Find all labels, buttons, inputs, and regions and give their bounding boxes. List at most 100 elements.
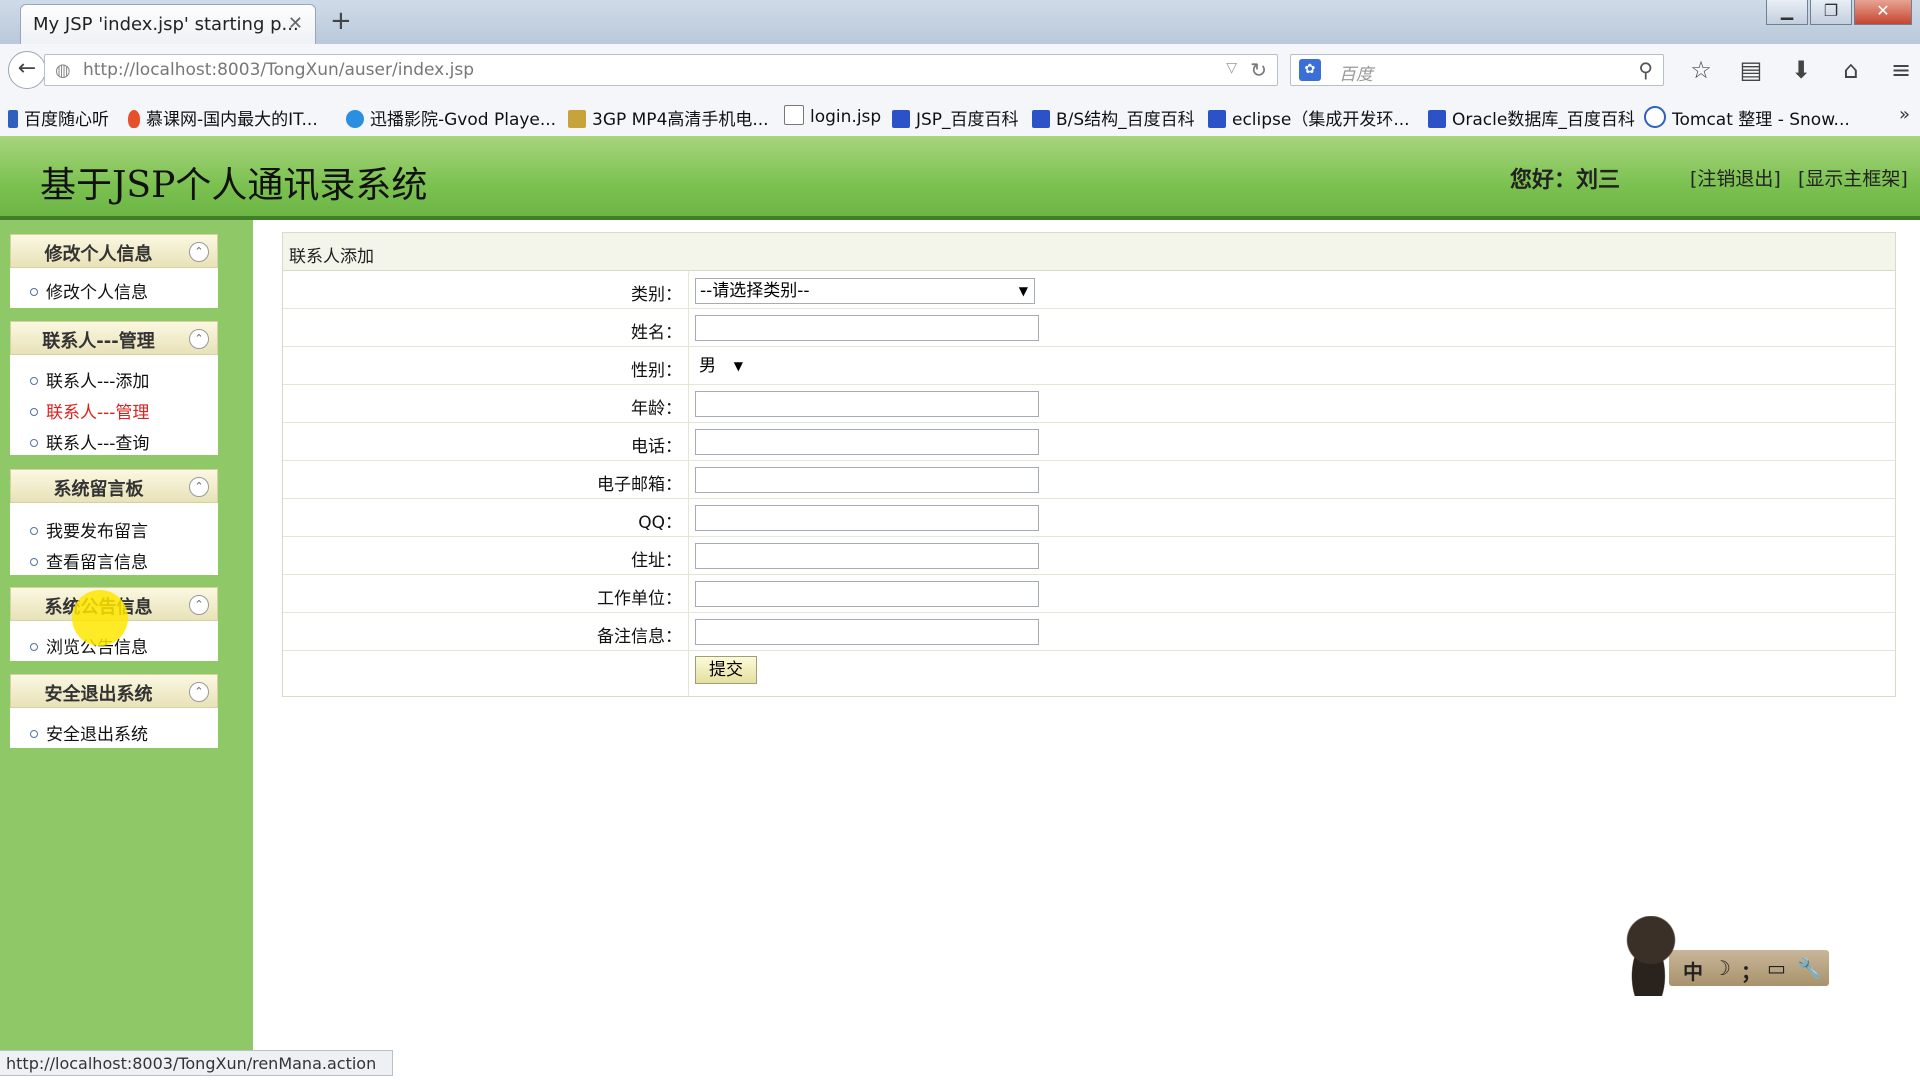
collapse-icon[interactable]: ⌃ [189,595,209,615]
wrench-icon[interactable]: 🔧 [1797,956,1822,980]
home-icon[interactable]: ⌂ [1826,54,1876,86]
logout-link[interactable]: [注销退出] [1690,164,1781,191]
menu-group-header[interactable]: 系统留言板 ⌃ [10,469,218,503]
form-row: QQ： [283,499,1895,537]
sidebar-item-contact-query[interactable]: 联系人---查询 [30,429,149,454]
bullet-icon [30,439,38,447]
sidebar: 修改个人信息 ⌃ 修改个人信息 联系人---管理 ⌃ 联系人---添加 联系人-… [0,220,253,1055]
clipboard-icon[interactable]: ▤ [1726,54,1776,86]
collapse-icon[interactable]: ⌃ [189,242,209,262]
tab-close-icon[interactable]: ✕ [288,13,303,34]
menu-icon[interactable]: ≡ [1876,54,1920,86]
gender-select[interactable]: 男 ▼ [695,354,749,380]
sidebar-item-contact-add[interactable]: 联系人---添加 [30,367,149,392]
bookmark-item[interactable]: Tomcat 整理 - Snow... [1644,105,1850,130]
collapse-icon[interactable]: ⌃ [189,329,209,349]
menu-group-body: 修改个人信息 [10,268,218,308]
menu-group-body: 我要发布留言 查看留言信息 [10,503,218,575]
collapse-icon[interactable]: ⌃ [189,477,209,497]
url-text[interactable]: http://localhost:8003/TongXun/auser/inde… [83,60,474,80]
show-main-frame-link[interactable]: [显示主框架] [1798,164,1908,191]
bookmark-item[interactable]: 慕课网-国内最大的IT... [128,105,318,130]
bookmark-item[interactable]: 3GP MP4高清手机电... [568,105,769,130]
menu-group-header[interactable]: 修改个人信息 ⌃ [10,234,218,268]
star-icon[interactable]: ☆ [1676,54,1726,86]
restore-button[interactable]: ❐ [1810,0,1852,25]
page-title: 基于JSP个人通讯录系统 [40,165,428,206]
bullet-icon [30,377,38,385]
close-window-button[interactable]: ✕ [1854,0,1912,25]
qq-input[interactable] [695,505,1039,531]
sidebar-item-safe-exit[interactable]: 安全退出系统 [30,720,148,745]
page-icon [784,105,804,125]
menu-group-header[interactable]: 安全退出系统 ⌃ [10,674,218,708]
new-tab-button[interactable]: + [330,6,352,36]
bookmark-item[interactable]: JSP_百度百科 [892,105,1019,130]
name-label: 姓名： [631,323,682,343]
name-input[interactable] [695,315,1039,341]
bullet-icon [30,288,38,296]
company-label: 工作单位： [597,589,682,609]
moon-icon[interactable]: ☽ [1713,956,1731,980]
ime-bar[interactable]: 中 ☽ ； ▭ 🔧 [1669,950,1829,986]
age-label: 年龄： [631,399,682,419]
g-logo-icon [1644,106,1666,128]
contact-add-form: 联系人添加 类别： --请选择类别-- ▼ 姓名： 性别： 男 ▼ 年龄： 电话 [282,232,1896,697]
gender-label: 性别： [631,361,682,381]
baidu-paw-icon [1032,110,1050,128]
address-input[interactable] [695,543,1039,569]
user-greeting: 您好：刘三 [1510,168,1621,193]
form-row: 备注信息： [283,613,1895,651]
collapse-icon[interactable]: ⌃ [189,682,209,702]
search-input[interactable]: 百度 [1339,60,1373,85]
pen-icon [568,110,586,128]
submit-button[interactable]: 提交 [695,656,757,684]
ime-mode-icon[interactable]: 中 [1683,956,1703,985]
age-input[interactable] [695,391,1039,417]
bookmark-item[interactable]: login.jsp [784,105,881,127]
search-bar[interactable]: ✿ 百度 ⚲ [1290,54,1664,86]
keyboard-icon[interactable]: ▭ [1767,956,1786,980]
download-icon[interactable]: ⬇ [1776,54,1826,86]
sidebar-item-post-message[interactable]: 我要发布留言 [30,517,148,542]
bookmark-item[interactable]: 百度随心听 [8,105,109,130]
company-input[interactable] [695,581,1039,607]
form-row: 住址： [283,537,1895,575]
arrow-left-icon: ← [17,56,37,81]
address-bar[interactable]: ◍ http://localhost:8003/TongXun/auser/in… [44,54,1278,86]
sidebar-item-edit-profile[interactable]: 修改个人信息 [30,278,148,303]
bullet-icon [30,558,38,566]
phone-input[interactable] [695,429,1039,455]
search-icon[interactable]: ⚲ [1638,58,1653,82]
sidebar-item-view-messages[interactable]: 查看留言信息 [30,548,148,573]
punctuation-icon[interactable]: ； [1741,956,1761,985]
bookmark-item[interactable]: B/S结构_百度百科 [1032,105,1195,130]
music-note-icon [8,110,18,128]
menu-group-header[interactable]: 联系人---管理 ⌃ [10,321,218,355]
remark-input[interactable] [695,619,1039,645]
category-select[interactable]: --请选择类别-- ▼ [695,278,1035,304]
bookmark-item[interactable]: Oracle数据库_百度百科 [1428,105,1635,130]
bookmark-item[interactable]: eclipse（集成开发环... [1208,105,1410,130]
dropdown-arrow-icon[interactable]: ▽ [1226,60,1237,76]
baidu-paw-icon[interactable]: ✿ [1299,59,1321,81]
form-row: 类别： --请选择类别-- ▼ [283,271,1895,309]
form-row: 姓名： [283,309,1895,347]
email-input[interactable] [695,467,1039,493]
flame-icon [128,110,140,128]
reload-icon[interactable]: ↻ [1250,58,1267,82]
baidu-paw-icon [1428,110,1446,128]
back-button[interactable]: ← [8,51,46,89]
globe-icon: ◍ [55,60,71,81]
baidu-paw-icon [892,110,910,128]
sidebar-item-contact-manage[interactable]: 联系人---管理 [30,398,149,423]
bookmark-item[interactable]: 迅播影院-Gvod Playe... [346,105,556,130]
browser-tab[interactable]: My JSP 'index.jsp' starting p... ✕ [20,4,316,44]
cursor-highlight [72,590,128,646]
minimize-button[interactable]: ▁ [1766,0,1808,25]
bookmarks-overflow-icon[interactable]: » [1899,104,1910,125]
page-header: 基于JSP个人通讯录系统 您好：刘三 [注销退出] [显示主框架] [0,136,1920,220]
status-url: http://localhost:8003/TongXun/renMana.ac… [6,1054,377,1073]
window-controls: ▁ ❐ ✕ [1764,0,1912,25]
toolbar-icons: ☆ ▤ ⬇ ⌂ ≡ [1676,54,1920,86]
